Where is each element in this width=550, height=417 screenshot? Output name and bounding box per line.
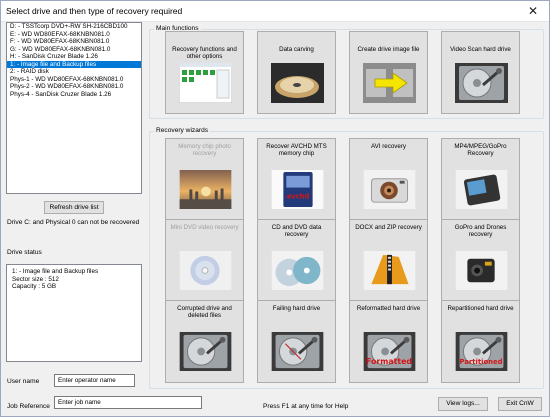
camera-icon (363, 170, 416, 209)
tile-mp4-mpeg-gopro-recovery[interactable]: MP4/MPEG/GoPro Recovery (441, 138, 520, 221)
memory-card-icon: avchd (271, 170, 324, 209)
copy-arrow-icon (363, 63, 416, 103)
svg-text:Partitioned: Partitioned (460, 358, 503, 366)
user-name-input[interactable]: Enter operator name (54, 374, 135, 387)
tile-video-scan-hard-drive[interactable]: Video Scan hard drive (441, 31, 520, 114)
svg-text:avchd: avchd (287, 192, 310, 200)
app-screenshot-icon (179, 63, 232, 103)
drive-item[interactable]: Phys-4 - SanDisk Cruzer Blade 1.26 (7, 91, 141, 99)
tile-label: MP4/MPEG/GoPro Recovery (454, 143, 507, 158)
repartitioned-drive-icon: Partitioned (455, 332, 508, 371)
tile-label: Create drive image file (357, 46, 420, 53)
drive-item[interactable]: Phys-2 - WD WD80EFAX-68KNBN081.0 (7, 83, 141, 91)
exit-button[interactable]: Exit CnW (498, 397, 542, 411)
drive-item-selected[interactable]: 1: - Image file and Backup files (7, 60, 141, 68)
refresh-drive-list-button[interactable]: Refresh drive list (44, 201, 104, 214)
drive-status-label: Drive status (7, 249, 42, 256)
user-name-label: User name (7, 378, 40, 385)
tile-label: DOCX and ZIP recovery (355, 224, 422, 231)
mini-dvd-icon (179, 251, 232, 290)
drive-note: Drive C: and Physical 0 can not be recov… (7, 219, 140, 226)
tile-create-drive-image-file[interactable]: Create drive image file (349, 31, 428, 114)
tile-avi-recovery[interactable]: AVI recovery (349, 138, 428, 221)
job-reference-label: Job Reference (7, 403, 50, 410)
phone-icon (455, 170, 508, 209)
reformatted-drive-icon: Formatted (363, 332, 416, 371)
tile-label: Memory chip photo recovery (178, 143, 231, 158)
tile-label: Data carving (279, 46, 314, 53)
recovery-wizards-title: Recovery wizards (154, 127, 211, 134)
close-icon[interactable]: ✕ (517, 1, 549, 21)
window-title: Select drive and then type of recovery r… (6, 6, 183, 16)
tile-label: Corrupted drive and deleted files (177, 305, 232, 320)
drive-item[interactable]: Phys-1 - WD WD80EFAX-68KNBN081.0 (7, 76, 141, 84)
drive-status-box: 1: - Image file and Backup files Sector … (6, 264, 142, 362)
view-logs-button[interactable]: View logs... (438, 397, 488, 411)
drive-item[interactable]: D: - TSSTcorp DVD+-RW SH-216CBD100 (7, 23, 141, 31)
tile-label: CD and DVD data recovery (271, 224, 322, 239)
drive-item[interactable]: G: - WD WD80EFAX-68KNBN081.0 (7, 46, 141, 54)
sunset-photo-icon (179, 170, 232, 209)
tile-label: Mini DVD video recovery (170, 224, 239, 231)
tile-label: Repartitioned hard drive (447, 305, 514, 312)
hard-drive-icon (455, 63, 508, 103)
disk-platter-icon (271, 63, 324, 103)
tile-gopro-and-drones-recovery[interactable]: GoPro and Drones recovery (441, 219, 520, 302)
drive-item[interactable]: 2: - RAID disk (7, 68, 141, 76)
cd-dvd-icon (271, 251, 324, 290)
failing-drive-icon (271, 332, 324, 371)
tile-cd-and-dvd-data-recovery[interactable]: CD and DVD data recovery (257, 219, 336, 302)
tile-label: Recover AVCHD MTS memory chip (266, 143, 327, 158)
drive-item[interactable]: H: - SanDisk Cruzer Blade 1.26 (7, 53, 141, 61)
tile-memory-chip-photo-recovery: Memory chip photo recovery (165, 138, 244, 221)
tile-recover-avchd-mts-memory-chip[interactable]: Recover AVCHD MTS memory chip avchd (257, 138, 336, 221)
tile-label: AVI recovery (371, 143, 406, 150)
tile-label: GoPro and Drones recovery (454, 224, 507, 239)
drive-list[interactable]: D: - TSSTcorp DVD+-RW SH-216CBD100 E: - W… (6, 22, 142, 194)
corrupted-drive-icon (179, 332, 232, 371)
drive-item[interactable]: E: - WD WD80EFAX-68KNBN081.0 (7, 31, 141, 39)
tile-label: Failing hard drive (272, 305, 321, 312)
recovery-dialog: Select drive and then type of recovery r… (0, 0, 550, 417)
gopro-icon (455, 251, 508, 290)
status-line: Sector size : 512 (12, 275, 59, 283)
tile-reformatted-hard-drive[interactable]: Reformatted hard drive Formatted (349, 300, 428, 383)
job-reference-input[interactable]: Enter job name (54, 396, 202, 409)
status-line: Capacity : 5 GB (12, 283, 57, 291)
help-text: Press F1 at any time for Help (263, 403, 349, 410)
tile-label: Video Scan hard drive (450, 46, 511, 53)
drive-item[interactable]: F: - WD WD80EFAX-68KNBN081.0 (7, 38, 141, 46)
svg-text:Formatted: Formatted (366, 357, 412, 366)
status-line: 1: - Image file and Backup files (12, 268, 99, 275)
title-bar: Select drive and then type of recovery r… (1, 1, 549, 22)
tile-repartitioned-hard-drive[interactable]: Repartitioned hard drive Partitioned (441, 300, 520, 383)
tile-label: Reformatted hard drive (356, 305, 421, 312)
zip-file-icon (363, 251, 416, 290)
tile-mini-dvd-video-recovery: Mini DVD video recovery (165, 219, 244, 302)
tile-failing-hard-drive[interactable]: Failing hard drive (257, 300, 336, 383)
tile-data-carving[interactable]: Data carving (257, 31, 336, 114)
tile-docx-and-zip-recovery[interactable]: DOCX and ZIP recovery (349, 219, 428, 302)
tile-recovery-functions-and-other-options[interactable]: Recovery functions and other options (165, 31, 244, 114)
tile-corrupted-drive-and-deleted-files[interactable]: Corrupted drive and deleted files (165, 300, 244, 383)
tile-label: Recovery functions and other options (172, 46, 237, 61)
